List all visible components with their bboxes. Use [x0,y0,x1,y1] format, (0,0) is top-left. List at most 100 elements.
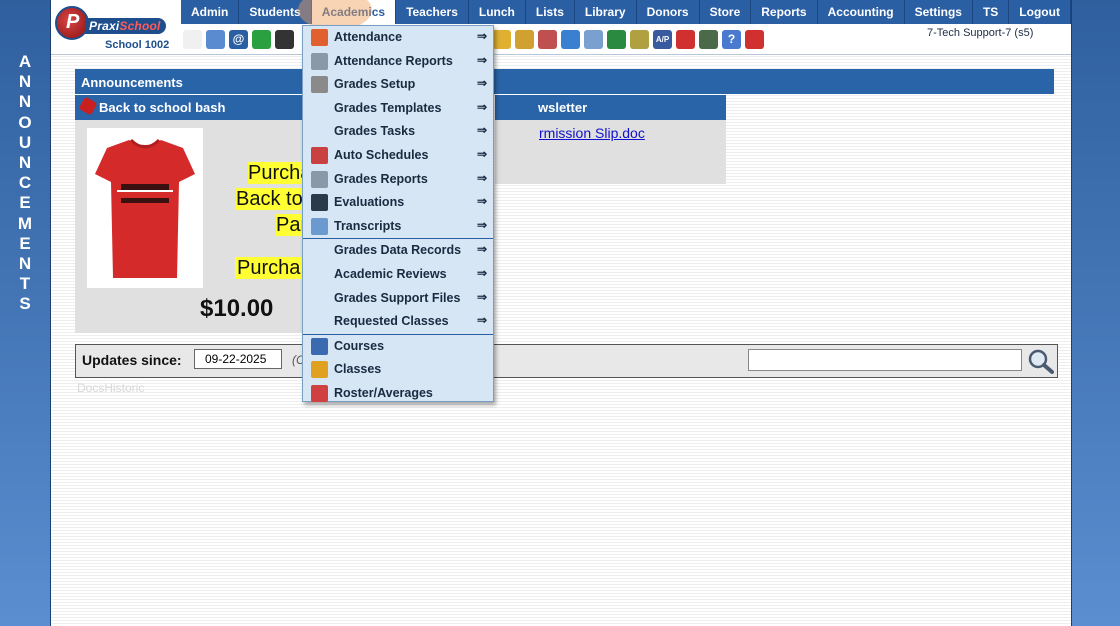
chat-icon[interactable] [252,29,271,49]
menu-item-label: Evaluations [334,195,405,210]
newsletter-header[interactable]: wsletter [495,95,726,120]
submenu-arrow-icon: ⇒ [476,99,487,114]
nav-donors[interactable]: Donors [637,0,700,24]
updates-date-input[interactable]: 09-22-2025 [194,349,282,369]
menu-item-grades-setup[interactable]: Grades Setup ⇒ [303,73,493,97]
main-nav: Admin Students Academics Teachers Lunch Lists… [181,0,1071,24]
menu-item-label: Grades Reports [334,171,428,186]
price-label: $10.00 [200,295,274,322]
list-icon[interactable] [584,29,603,49]
nav-students[interactable]: Students [239,0,312,24]
export-icon[interactable] [515,29,534,49]
permission-slip-link[interactable]: rmission Slip.doc [495,125,645,141]
side-label-letter: O [18,112,32,132]
menu-item-evaluations[interactable]: Evaluations ⇒ [303,191,493,215]
nav-academics[interactable]: Academics [311,0,397,24]
grid-icon[interactable] [206,29,225,49]
submenu-arrow-icon: ⇒ [476,170,487,185]
menu-item-label: Grades Templates [334,100,442,115]
side-label-letter: N [18,254,32,274]
menu-item-grades-data-records[interactable]: Grades Data Records ⇒ [303,239,493,263]
side-label-letter: C [18,173,32,193]
printer-icon [311,170,328,188]
nav-lists[interactable]: Lists [526,0,575,24]
menu-item-requested-classes[interactable]: Requested Classes ⇒ [303,310,493,334]
side-label-letter: N [18,92,32,112]
menu-item-grades-support-files[interactable]: Grades Support Files ⇒ [303,287,493,311]
praxischool-logo[interactable]: P PraxiSchool School 1002 [53,2,181,52]
menu-item-label: Classes [334,362,382,377]
user-label: 7-Tech Support-7 (s5) [927,27,1034,39]
menu-item-grades-tasks[interactable]: Grades Tasks ⇒ [303,120,493,144]
submenu-arrow-icon: ⇒ [476,289,487,304]
pencil-icon[interactable] [492,29,511,49]
announcement-card-newsletter[interactable]: wsletter rmission Slip.doc [495,95,726,184]
menu-item-attendance-reports[interactable]: Attendance Reports ⇒ [303,50,493,74]
promo-text-overflow: Purcha Back to Par [236,160,312,238]
menu-item-label: Academic Reviews [334,266,447,281]
ghost-text: DocsHistoric [77,381,145,395]
search-input[interactable] [748,349,1022,371]
updates-since-label: Updates since: [82,352,182,368]
promo-line-1: Purcha [235,257,303,279]
logo-brand: PraxiSchool [85,18,166,34]
submenu-arrow-icon: ⇒ [476,146,487,161]
side-label-letter: U [18,132,32,152]
menu-item-label: Grades Setup [334,77,416,92]
phone-icon[interactable] [275,29,294,49]
menu-item-grades-templates[interactable]: Grades Templates ⇒ [303,97,493,121]
book-icon [311,337,328,355]
email-icon[interactable]: @ [229,29,248,49]
menu-item-attendance[interactable]: Attendance ⇒ [303,26,493,50]
school-name: School 1002 [105,39,170,51]
announcements-header: Announcements [75,69,1054,94]
nav-settings[interactable]: Settings [905,0,973,24]
menu-item-label: Grades Data Records [334,243,462,258]
menu-item-label: Transcripts [334,218,402,233]
menu-item-courses[interactable]: Courses [303,335,493,359]
side-label-letter: E [19,193,31,213]
power-icon[interactable] [745,29,764,49]
submenu-arrow-icon: ⇒ [476,194,487,209]
page: P PraxiSchool School 1002 Admin Students A… [50,0,1072,626]
menu-item-classes[interactable]: Classes [303,358,493,382]
promo-text: Purcha [235,255,303,281]
nav-lunch[interactable]: Lunch [469,0,526,24]
menu-item-roster-averages[interactable]: Roster/Averages [303,382,493,406]
side-label-letter: T [19,274,31,294]
nav-reports[interactable]: Reports [751,0,818,24]
menu-item-label: Attendance Reports [334,53,453,68]
menu-item-grades-reports[interactable]: Grades Reports ⇒ [303,168,493,192]
menu-item-label: Roster/Averages [334,385,433,400]
checkbox-icon [311,194,328,212]
people-icon[interactable] [538,29,557,49]
cash-icon[interactable] [607,29,626,49]
submenu-arrow-icon: ⇒ [476,29,487,43]
nav-accounting[interactable]: Accounting [818,0,905,24]
menu-item-label: Grades Support Files [334,290,461,305]
people-icon [311,361,328,379]
tshirt-image [87,128,203,288]
money-icon[interactable] [699,29,718,49]
announcement-title[interactable]: Back to school bash [99,100,225,115]
search-icon[interactable] [1027,348,1055,374]
menu-item-transcripts[interactable]: Transcripts ⇒ [303,215,493,239]
nav-ts[interactable]: TS [973,0,1010,24]
nav-library[interactable]: Library [575,0,637,24]
nav-logout[interactable]: Logout [1009,0,1071,24]
clock-icon[interactable] [561,29,580,49]
nav-store[interactable]: Store [700,0,752,24]
wallet-icon[interactable] [630,29,649,49]
header: P PraxiSchool School 1002 Admin Students A… [51,0,1071,55]
help-icon[interactable]: ? [722,29,741,49]
pdf-icon[interactable] [676,29,695,49]
ap-icon[interactable]: A/P [653,29,672,49]
scroll-icon [311,217,328,235]
nav-admin[interactable]: Admin [181,0,240,24]
nav-teachers[interactable]: Teachers [396,0,469,24]
submenu-arrow-icon: ⇒ [476,76,487,91]
menu-item-academic-reviews[interactable]: Academic Reviews ⇒ [303,263,493,287]
search-icon[interactable] [183,29,202,49]
menu-item-auto-schedules[interactable]: Auto Schedules ⇒ [303,144,493,168]
calendar-icon [311,29,328,46]
